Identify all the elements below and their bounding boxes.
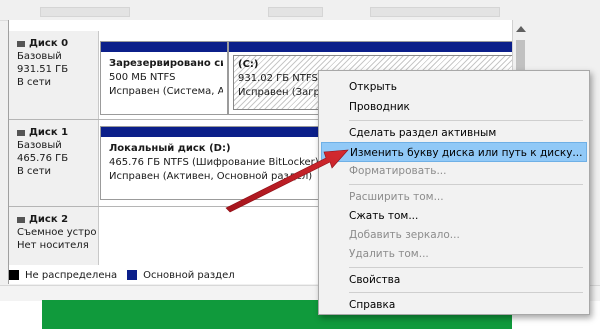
- disk-icon: [17, 216, 25, 223]
- disk-info-2[interactable]: Диск 2 Съемное устро Нет носителя: [9, 207, 99, 265]
- disk-info-0[interactable]: Диск 0 Базовый 931.51 ГБ В сети: [9, 31, 99, 119]
- partition-bar: [229, 42, 517, 52]
- disk-title: Диск 2: [17, 213, 98, 226]
- disk-icon: [17, 40, 25, 47]
- context-menu: Открыть Проводник Сделать раздел активны…: [318, 70, 590, 315]
- column-header[interactable]: [268, 7, 323, 17]
- menu-help[interactable]: Справка: [321, 295, 587, 315]
- legend-primary: Основной раздел: [143, 269, 235, 281]
- menu-separator: [349, 184, 583, 185]
- disk-title: Диск 0: [17, 37, 98, 50]
- menu-separator: [349, 120, 583, 121]
- partition-status: Исправен (Система, Ак: [109, 86, 223, 97]
- menu-properties[interactable]: Свойства: [321, 270, 587, 290]
- disk-status: Нет носителя: [17, 240, 89, 251]
- column-header[interactable]: [370, 7, 500, 17]
- menu-mark-active[interactable]: Сделать раздел активным: [321, 123, 587, 143]
- legend-unallocated: Не распределена: [25, 269, 118, 281]
- partition-details: Зарезервировано сист 500 МБ NTFS Исправе…: [105, 55, 223, 110]
- disk-type: Съемное устро: [17, 227, 97, 238]
- disk-name: Диск 0: [29, 38, 69, 49]
- disk-name: Диск 1: [29, 127, 69, 138]
- partition-bar: [101, 42, 227, 52]
- menu-explorer[interactable]: Проводник: [321, 97, 587, 117]
- menu-shrink[interactable]: Сжать том...: [321, 206, 587, 226]
- partition-title: Зарезервировано сист: [109, 58, 223, 69]
- menu-separator: [349, 267, 583, 268]
- disk-size: 465.76 ГБ: [17, 153, 69, 164]
- disk-status: В сети: [17, 166, 52, 177]
- menu-format[interactable]: Форматировать...: [321, 161, 587, 181]
- menu-open[interactable]: Открыть: [321, 77, 587, 97]
- column-header-strip: [0, 0, 600, 20]
- disk-info-1[interactable]: Диск 1 Базовый 465.76 ГБ В сети: [9, 120, 99, 206]
- disk-type: Базовый: [17, 140, 62, 151]
- menu-delete[interactable]: Удалить том...: [321, 244, 587, 264]
- column-header[interactable]: [40, 7, 130, 17]
- menu-extend[interactable]: Расширить том...: [321, 187, 587, 207]
- menu-change-drive-letter[interactable]: Изменить букву диска или путь к диску...: [321, 142, 587, 162]
- disk-status: В сети: [17, 77, 52, 88]
- unallocated-swatch: [9, 270, 19, 280]
- menu-separator: [349, 292, 583, 293]
- primary-swatch: [127, 270, 138, 280]
- partition-size: 500 МБ NTFS: [109, 72, 176, 83]
- disk-type: Базовый: [17, 51, 62, 62]
- menu-add-mirror[interactable]: Добавить зеркало...: [321, 225, 587, 245]
- partition-reserved[interactable]: Зарезервировано сист 500 МБ NTFS Исправе…: [100, 41, 228, 115]
- disk-title: Диск 1: [17, 126, 98, 139]
- scroll-up-icon[interactable]: [516, 26, 526, 32]
- disk-size: 931.51 ГБ: [17, 64, 69, 75]
- disk-name: Диск 2: [29, 214, 69, 225]
- disk-icon: [17, 129, 25, 136]
- legend: Не распределена Основной раздел: [9, 266, 329, 284]
